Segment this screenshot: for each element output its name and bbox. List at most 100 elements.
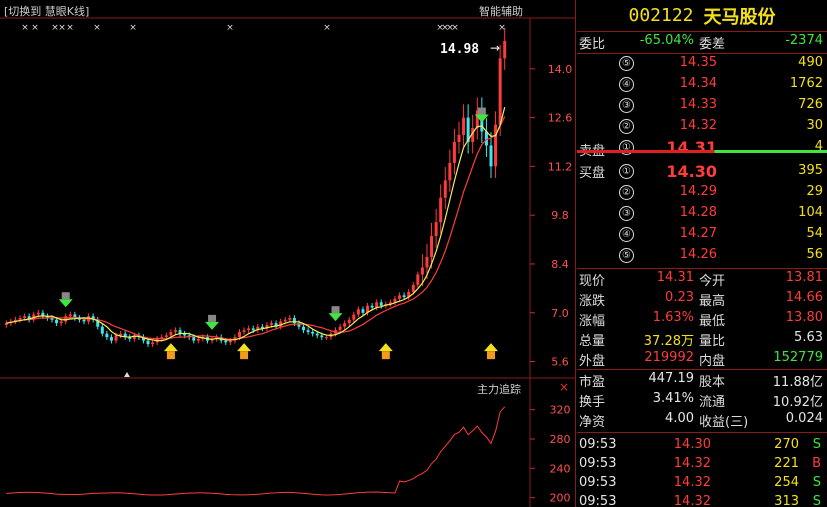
candle-body <box>375 302 379 308</box>
candle-body <box>462 117 466 136</box>
kline-chart[interactable]: 14.012.611.29.88.47.05.6× × × × × × × × × ×××× ×14… <box>0 0 576 507</box>
event-marker-icon: × <box>21 23 29 33</box>
bid-book: 买盘 ① 14.30 395 ② 14.29 29 ③ 14.28 104 ④ 14.27 54 ⑤ 14.… <box>577 162 827 267</box>
quote-row: 现价 14.31 今开 13.81 <box>577 269 827 289</box>
tick-time: 09:53 <box>579 437 617 452</box>
candle-body <box>352 314 356 320</box>
bid-level-icon: ④ <box>619 227 634 242</box>
tick-row[interactable]: 09:53 14.32 221 B <box>577 455 827 474</box>
ma-fast-line <box>6 106 506 342</box>
quote-panel: 002122 天马股份 委比 -65.04% 委差 -2374 ⑤ 14.35 49… <box>577 0 827 507</box>
switch-kline-link[interactable]: [切换到 慧眼K线] <box>4 3 89 19</box>
candle-body <box>228 340 232 343</box>
bid-price: 14.27 <box>679 226 717 241</box>
quote-value: 5.63 <box>794 330 823 345</box>
ask-row[interactable]: ② 14.32 30 <box>577 117 827 138</box>
tick-flag: B <box>812 456 821 471</box>
candle-body <box>489 145 493 167</box>
buy-label: 买盘 <box>579 166 606 181</box>
tick-volume: 313 <box>774 494 799 507</box>
candle-body <box>448 162 452 181</box>
candle-body <box>315 333 319 336</box>
ask-book: ⑤ 14.35 490 ④ 14.34 1762 ③ 14.33 726 ② 14.32 30 卖盘①1… <box>577 53 827 159</box>
tick-row[interactable]: 09:53 14.32 254 S <box>577 474 827 493</box>
bid-volume: 104 <box>798 205 823 220</box>
bid-row[interactable]: ② 14.29 29 <box>577 183 827 204</box>
sell-signal-box <box>331 306 340 314</box>
tick-time: 09:53 <box>579 494 617 507</box>
bid-row[interactable]: ⑤ 14.26 56 <box>577 246 827 267</box>
tick-flag: S <box>812 475 821 490</box>
quote-value: 14.31 <box>656 270 694 285</box>
candle-body <box>169 331 173 336</box>
quote-row: 外盘 219992 内盘 152779 <box>577 349 827 369</box>
candle-body <box>425 256 429 268</box>
bid-volume: 29 <box>806 184 823 199</box>
ask-row[interactable]: 卖盘①14.314 <box>577 138 827 159</box>
candle-body <box>503 40 507 59</box>
quote-label: 量比 <box>699 334 726 349</box>
candle-body <box>361 309 365 313</box>
candle-body <box>109 337 113 341</box>
buy-signal-box <box>240 351 249 360</box>
weibi-value: -65.04% <box>639 33 694 48</box>
quote-row: 总量 37.28万 量比 5.63 <box>577 329 827 349</box>
quote-label: 涨跌 <box>579 294 606 309</box>
bid-row[interactable]: 买盘 ① 14.30 395 <box>577 162 827 183</box>
tick-price: 14.32 <box>673 456 711 471</box>
smart-assist-button[interactable]: 智能辅助 <box>479 3 523 19</box>
kline-chart-panel[interactable]: 14.0 12.6 11.2 9.8 8.4 7.0 5.6 × × × × × × × × × × × × × × 14… <box>0 0 576 507</box>
bid-level-icon: ① <box>619 164 634 179</box>
quote-value: 1.63% <box>652 310 694 325</box>
candle-body <box>306 330 310 332</box>
close-indicator-icon[interactable]: × <box>559 380 569 394</box>
ask-row[interactable]: ③ 14.33 726 <box>577 96 827 117</box>
event-marker-icon: × <box>129 23 137 33</box>
quote-row: 涨跌 0.23 最高 14.66 <box>577 289 827 309</box>
ask-level-icon: ③ <box>619 98 634 113</box>
candle-body <box>434 222 438 237</box>
fundamental-value: 447.19 <box>648 371 695 386</box>
tick-row[interactable]: 09:53 14.32 313 S <box>577 493 827 507</box>
ask-level-icon: ⑤ <box>619 56 634 71</box>
bid-volume: 56 <box>806 247 823 262</box>
bid-row[interactable]: ④ 14.27 54 <box>577 225 827 246</box>
ask-price: 14.32 <box>679 118 717 133</box>
quote-label: 外盘 <box>579 354 606 369</box>
bid-volume: 54 <box>806 226 823 241</box>
candle-body <box>430 236 434 257</box>
bid-price: 14.29 <box>679 184 717 199</box>
candle-body <box>242 330 246 332</box>
tick-volume: 221 <box>774 456 799 471</box>
candle-body <box>347 319 351 324</box>
fundamental-value: 11.88亿 <box>772 375 823 390</box>
buy-signal-icon <box>237 343 252 352</box>
candle-body <box>119 333 123 336</box>
candle-body <box>443 180 447 198</box>
quote-label: 涨幅 <box>579 314 606 329</box>
sub-tick-label: 320 <box>550 404 571 417</box>
sell-signal-box <box>477 107 486 115</box>
tick-list[interactable]: 09:53 14.30 270 S 09:53 14.32 221 B 09:53 14.32 25… <box>577 432 827 507</box>
quote-value: 14.66 <box>785 290 823 305</box>
sub-tick-label: 240 <box>550 462 571 475</box>
bid-price: 14.30 <box>666 162 717 181</box>
candle-body <box>237 331 241 338</box>
quote-label: 最高 <box>699 294 726 309</box>
quote-value: 152779 <box>773 350 823 365</box>
quote-label: 今开 <box>699 274 726 289</box>
ask-row[interactable]: ④ 14.34 1762 <box>577 75 827 96</box>
tick-row[interactable]: 09:53 14.30 270 S <box>577 436 827 455</box>
ma-slow-line <box>6 116 506 341</box>
ask-volume: 1762 <box>789 76 823 91</box>
candle-body <box>320 335 324 338</box>
candle-body <box>494 124 498 167</box>
event-marker-icon: × <box>93 23 101 33</box>
candle-body <box>457 135 461 142</box>
ask-row[interactable]: ⑤ 14.35 490 <box>577 54 827 75</box>
ask-level-icon: ④ <box>619 77 634 92</box>
price-tick-label: 8.4 <box>551 258 569 271</box>
bid-row[interactable]: ③ 14.28 104 <box>577 204 827 225</box>
bid-level-icon: ⑤ <box>619 248 634 263</box>
quote-label: 总量 <box>579 334 606 349</box>
